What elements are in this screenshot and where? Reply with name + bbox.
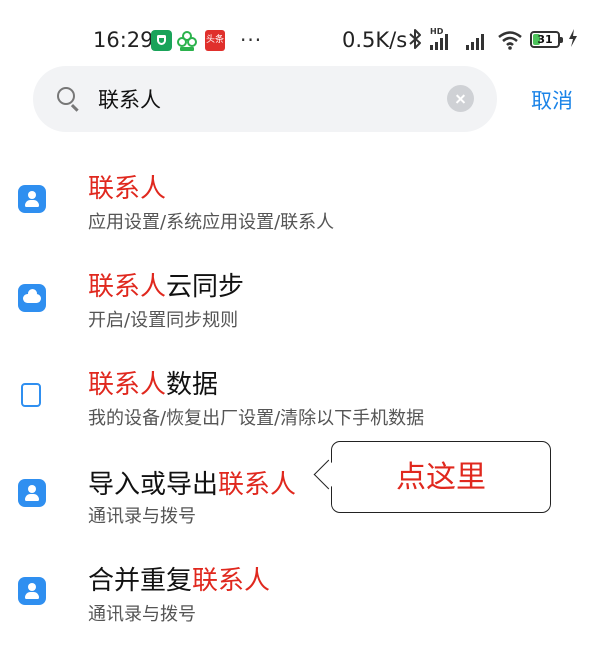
battery-icon: 31	[530, 31, 563, 48]
signal-icon-2	[466, 32, 484, 50]
result-subtitle: 开启/设置同步规则	[88, 310, 239, 331]
result-title: 合并重复联系人	[88, 566, 271, 596]
result-title: 联系人云同步	[88, 272, 245, 302]
clear-search-button[interactable]	[447, 85, 474, 112]
result-title: 导入或导出联系人	[88, 470, 297, 500]
contacts-icon	[18, 479, 46, 507]
network-speed: 0.5K/s	[342, 28, 408, 52]
wifi-icon	[497, 29, 523, 55]
battery-level: 31	[537, 33, 553, 46]
result-item-contacts-cloud-sync[interactable]: 联系人云同步 开启/设置同步规则	[0, 258, 612, 356]
cancel-button[interactable]: 取消	[531, 85, 573, 115]
search-input[interactable]	[98, 82, 428, 116]
result-item-contacts[interactable]: 联系人 应用设置/系统应用设置/联系人	[0, 160, 612, 258]
result-title: 联系人数据	[88, 370, 219, 400]
result-subtitle: 我的设备/恢复出厂设置/清除以下手机数据	[88, 408, 425, 429]
status-bar: 16:29 头条 ··· 0.5K/s HD 31	[0, 0, 612, 64]
news-icon: 头条	[205, 30, 225, 51]
result-item-merge-duplicate-contacts[interactable]: 合并重复联系人 通讯录与拨号	[0, 552, 612, 650]
result-subtitle: 通讯录与拨号	[88, 604, 196, 625]
callout-text: 点这里	[396, 460, 486, 495]
result-subtitle: 通讯录与拨号	[88, 506, 196, 527]
bluetooth-icon	[408, 28, 422, 55]
status-time: 16:29	[93, 28, 154, 52]
result-item-contacts-data[interactable]: 联系人数据 我的设备/恢复出厂设置/清除以下手机数据	[0, 356, 612, 454]
shield-icon	[151, 30, 172, 51]
clover-icon	[176, 30, 197, 51]
charging-icon	[568, 29, 578, 52]
search-icon	[57, 87, 75, 105]
signal-icon	[430, 32, 448, 50]
cloud-icon	[18, 284, 46, 312]
more-notifications-icon: ···	[240, 28, 263, 52]
result-title: 联系人	[88, 174, 167, 204]
tablet-icon	[21, 383, 41, 407]
contacts-icon	[18, 185, 46, 213]
contacts-icon	[18, 577, 46, 605]
result-subtitle: 应用设置/系统应用设置/联系人	[88, 212, 335, 233]
